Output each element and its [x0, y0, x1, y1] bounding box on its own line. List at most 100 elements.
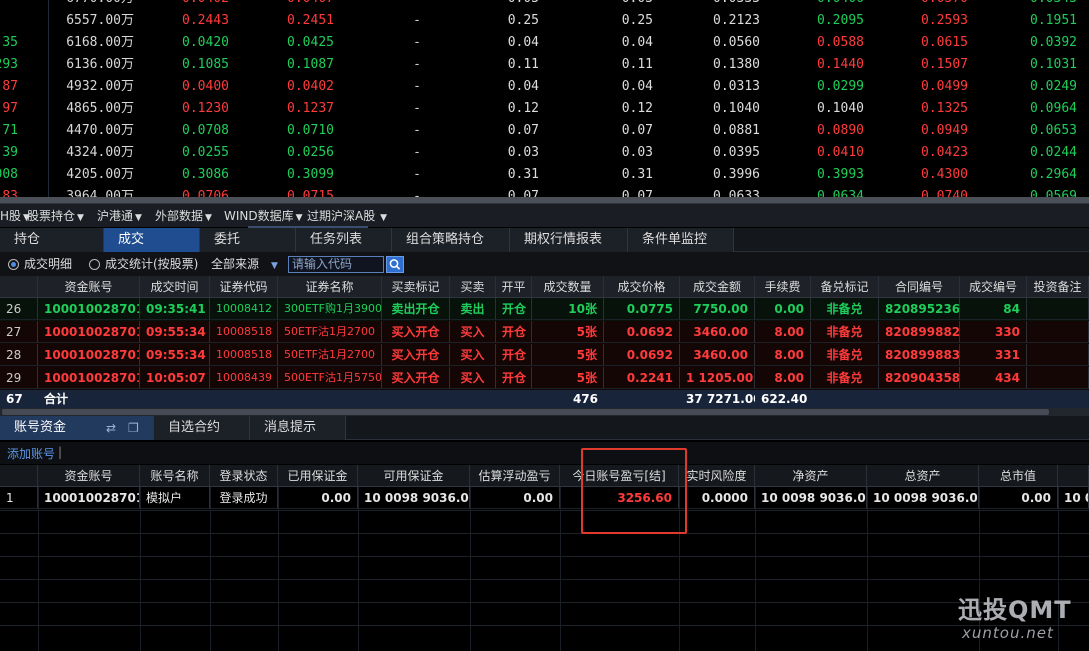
tab-conditional-orders[interactable]: 条件单监控 [628, 228, 734, 252]
tab-positions[interactable]: 持仓 [0, 228, 104, 252]
quote-row[interactable]: 008 4205.00万 0.3086 0.3099 - 0.31 0.31 0.3996 0.… [0, 164, 1089, 186]
column-header[interactable]: 净资产 [755, 465, 867, 487]
cell-used: 0.00 [278, 487, 358, 509]
column-header[interactable]: 登录状态 [210, 465, 278, 487]
quote-volume: 6770.00万 [66, 0, 134, 8]
tab-orders[interactable]: 委托 [200, 228, 296, 252]
quote-row[interactable]: 97 4865.00万 0.1230 0.1237 - 0.12 0.12 0.1040 0.1… [0, 98, 1089, 120]
menu-expired-a-shares[interactable]: 过期沪深A股 ▼ [307, 208, 387, 224]
quote-value-5: 0.0499 [921, 79, 968, 94]
quote-value-4: 0.1040 [817, 101, 864, 116]
quote-price: 0.3086 [182, 167, 229, 182]
quote-row[interactable]: 39 4324.00万 0.0255 0.0256 - 0.03 0.03 0.0395 0.0… [0, 142, 1089, 164]
quote-row[interactable]: 6557.00万 0.2443 0.2451 - 0.25 0.25 0.2123 0.209… [0, 10, 1089, 32]
trade-filter-bar: 成交明细 成交统计(按股票) 全部来源 ▼ 请输入代码 [0, 252, 1089, 276]
quote-value-4: 0.0588 [817, 35, 864, 50]
column-header[interactable]: 成交金额 [680, 276, 755, 298]
cell-bs: 买入 [450, 367, 496, 389]
pin-icon[interactable]: ⇄ [106, 416, 116, 440]
column-header[interactable]: 成交价格 [604, 276, 680, 298]
column-header[interactable]: 证券代码 [210, 276, 278, 298]
quote-value-4: 0.3993 [817, 167, 864, 182]
radio-trade-detail[interactable] [8, 259, 19, 270]
quote-value-6: 0.1951 [1030, 13, 1077, 28]
search-button[interactable] [386, 256, 404, 273]
quote-row[interactable]: 71 4470.00万 0.0708 0.0710 - 0.07 0.07 0.0881 0.0… [0, 120, 1089, 142]
quote-price: 0.1230 [182, 101, 229, 116]
column-header[interactable]: 证券名称 [278, 276, 382, 298]
quote-row[interactable]: 6770.00万 0.0402 0.0407 0.03 0.03 0.0333 0.0406… [0, 0, 1089, 10]
quote-volume: 6136.00万 [66, 57, 134, 72]
quote-value-5: 0.4300 [921, 167, 968, 182]
tab-trades[interactable]: 成交 [104, 228, 200, 252]
cell-acct: 100010028701 [38, 344, 140, 366]
column-header[interactable]: 成交编号 [960, 276, 1027, 298]
column-header[interactable]: 手续费 [755, 276, 811, 298]
column-header[interactable]: 资金账号 [38, 276, 140, 298]
tab-option-quotes[interactable]: 期权行情报表 [510, 228, 628, 252]
cell-n: 26 [0, 298, 38, 320]
quote-price: 0.1085 [182, 57, 229, 72]
cell-flag: 买入开仓 [382, 321, 450, 343]
column-header[interactable]: 买卖标记 [382, 276, 450, 298]
tab-tasks[interactable]: 任务列表 [296, 228, 392, 252]
cell-extra: 10 0 [1058, 487, 1089, 509]
source-select[interactable]: 全部来源 ▼ [211, 256, 278, 274]
trade-scrollbar-thumb[interactable] [2, 409, 1049, 415]
radio-trade-stats[interactable] [89, 259, 100, 270]
grid-line [0, 556, 1089, 557]
quote-value-3: 0.0333 [713, 0, 760, 8]
column-header[interactable] [0, 465, 38, 487]
quote-volume: 6557.00万 [66, 13, 134, 28]
column-header[interactable]: 成交数量 [532, 276, 604, 298]
menu-external-data[interactable]: 外部数据 ▼ [155, 208, 212, 224]
cell-qty: 5张 [532, 321, 604, 343]
quote-row[interactable]: 35 6168.00万 0.0420 0.0425 - 0.04 0.04 0.0560 0.0… [0, 32, 1089, 54]
cell-status: 登录成功 [210, 487, 278, 509]
cell-cover: 非备兑 [811, 321, 879, 343]
tab-combo-positions[interactable]: 组合策略持仓 [392, 228, 510, 252]
quote-code-fragment: 87 [2, 79, 18, 94]
dropdown-arrow-icon: ▼ [377, 213, 388, 223]
quote-price-2: 0.0256 [287, 145, 334, 160]
cell-oc: 开仓 [496, 344, 532, 366]
menu-stock-holdings[interactable]: 股票持仓 ▼ [27, 208, 84, 224]
cell-fee: 8.00 [755, 344, 811, 366]
column-header[interactable]: 总市值 [979, 465, 1058, 487]
cell-acct: 100010028701 [38, 321, 140, 343]
cell-cover: 非备兑 [811, 344, 879, 366]
column-header[interactable]: 总资产 [867, 465, 979, 487]
cell-time: 09:35:41 [140, 298, 210, 320]
code-search-input[interactable]: 请输入代码 [288, 256, 384, 273]
column-header[interactable] [0, 276, 38, 298]
column-header[interactable]: 开平 [496, 276, 532, 298]
column-header[interactable]: 已用保证金 [278, 465, 358, 487]
quote-value: 0.04 [507, 35, 539, 50]
tab-watchlist-contracts[interactable]: 自选合约 [154, 416, 250, 440]
menu-h-shares[interactable]: H股 ▼ [0, 208, 30, 224]
cell-n: 1 [0, 487, 38, 509]
column-header[interactable]: 账号名称 [140, 465, 210, 487]
column-header[interactable]: 成交时间 [140, 276, 210, 298]
quote-row[interactable]: 293 6136.00万 0.1085 0.1087 - 0.11 0.11 0.1380 0.… [0, 54, 1089, 76]
tab-messages[interactable]: 消息提示 [250, 416, 346, 440]
tab-account-funds[interactable]: 账号资金 ⇄ ❐ [0, 416, 154, 440]
column-header[interactable]: 可用保证金 [358, 465, 470, 487]
column-header[interactable]: 估算浮动盈亏 [470, 465, 560, 487]
quote-row[interactable]: 87 4932.00万 0.0400 0.0402 - 0.04 0.04 0.0313 0.0… [0, 76, 1089, 98]
column-header[interactable]: 备兑标记 [811, 276, 879, 298]
restore-window-icon[interactable]: ❐ [128, 416, 139, 440]
column-header[interactable]: 合同编号 [879, 276, 960, 298]
quote-price-2: 0.0407 [287, 0, 334, 8]
menu-wind-db[interactable]: WIND数据库 ▼ [224, 208, 303, 224]
cell-cover: 非备兑 [811, 298, 879, 320]
add-account-link[interactable]: 添加账号 [7, 445, 55, 462]
quote-code-fragment: 35 [2, 35, 18, 50]
column-header[interactable]: 实时风险度 [679, 465, 755, 487]
quote-value-4: 0.0299 [817, 79, 864, 94]
column-header[interactable]: 买卖 [450, 276, 496, 298]
account-tabs: 账号资金 ⇄ ❐ 自选合约 消息提示 [0, 416, 1089, 440]
column-header[interactable]: 投资备注 [1027, 276, 1089, 298]
column-header[interactable]: 资金账号 [38, 465, 140, 487]
menu-hk-connect[interactable]: 沪港通 ▼ [97, 208, 142, 224]
